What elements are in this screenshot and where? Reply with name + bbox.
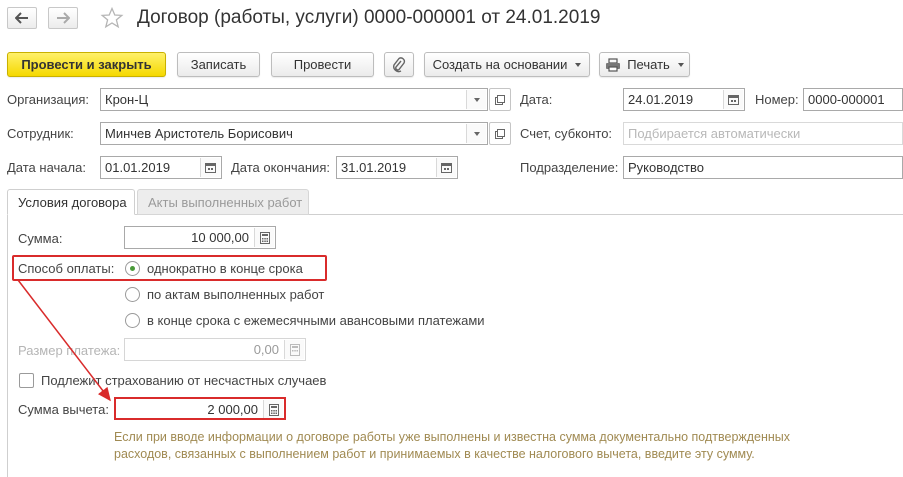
deduction-info-text: Если при вводе информации о договоре раб… — [114, 430, 791, 461]
annotation-arrow — [17, 279, 111, 402]
tab-contract-terms[interactable]: Условия договора — [7, 189, 135, 215]
